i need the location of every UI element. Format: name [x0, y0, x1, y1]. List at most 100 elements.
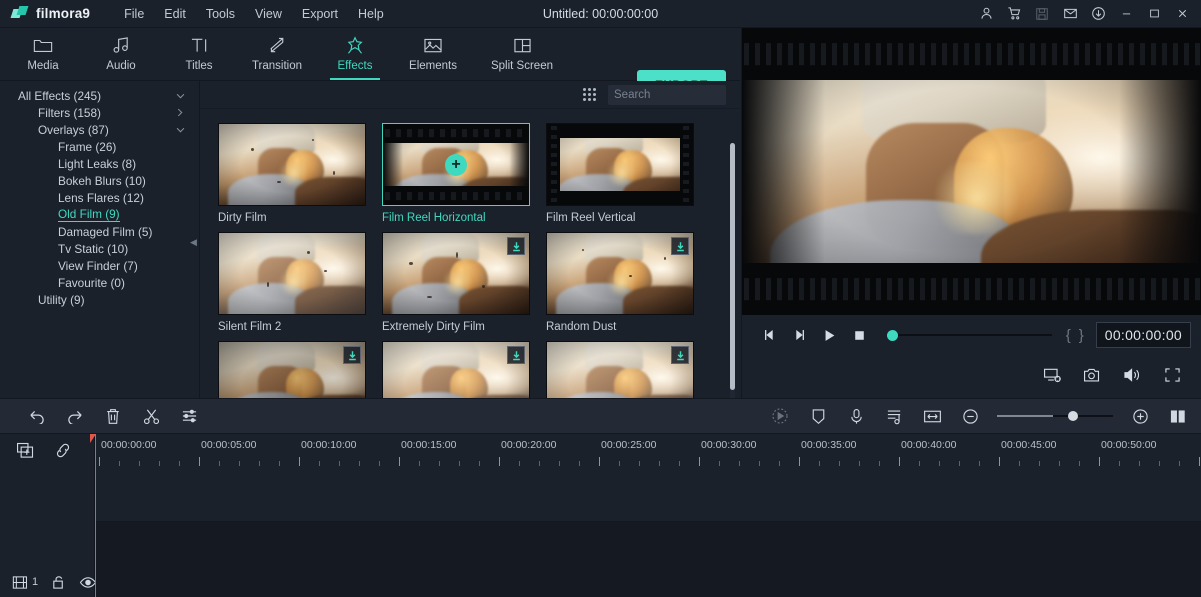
sidebar-item-utility[interactable]: Utility (9) [0, 291, 199, 308]
close-button[interactable] [1169, 1, 1195, 27]
sidebar-item-view-finder[interactable]: View Finder (7) [0, 257, 199, 274]
sidebar-item-lens-flares[interactable]: Lens Flares (12) [0, 189, 199, 206]
effect-thumbnail[interactable] [218, 123, 366, 206]
menu-item-edit[interactable]: Edit [154, 3, 196, 25]
menu-item-export[interactable]: Export [292, 3, 348, 25]
voiceover-button[interactable] [845, 405, 867, 427]
adjust-button[interactable] [178, 405, 200, 427]
display-settings-icon[interactable] [1039, 362, 1065, 388]
effect-item[interactable]: Film Reel Vertical [546, 123, 694, 224]
sidebar-item-filters[interactable]: Filters (158) [0, 104, 199, 121]
menu-item-help[interactable]: Help [348, 3, 394, 25]
effect-thumbnail[interactable] [382, 232, 530, 315]
download-effect-icon[interactable] [343, 346, 361, 364]
fit-timeline-button[interactable] [921, 405, 943, 427]
undo-button[interactable] [26, 405, 48, 427]
sidebar-item-favourite[interactable]: Favourite (0) [0, 274, 199, 291]
menu-item-tools[interactable]: Tools [196, 3, 245, 25]
effect-thumbnail[interactable]: + [382, 123, 530, 206]
sidebar-collapse-handle[interactable]: ◀ [189, 231, 198, 253]
tab-transition[interactable]: Transition [238, 28, 316, 80]
play-button[interactable] [816, 322, 842, 348]
grid-view-icon[interactable] [583, 88, 596, 101]
add-track-icon[interactable] [14, 439, 36, 461]
download-effect-icon[interactable] [671, 346, 689, 364]
sidebar-item-light-leaks[interactable]: Light Leaks (8) [0, 155, 199, 172]
zoom-handle[interactable] [1067, 411, 1078, 421]
split-button[interactable] [140, 405, 162, 427]
sidebar-item-damaged-film[interactable]: Damaged Film (5) [0, 223, 199, 240]
sidebar-item-bokeh-blurs[interactable]: Bokeh Blurs (10) [0, 172, 199, 189]
mail-icon[interactable] [1057, 1, 1083, 27]
zoom-in-button[interactable] [1129, 405, 1151, 427]
download-effect-icon[interactable] [507, 237, 525, 255]
maximize-button[interactable] [1141, 1, 1167, 27]
save-icon[interactable] [1029, 1, 1055, 27]
delete-button[interactable] [102, 405, 124, 427]
fullscreen-icon[interactable] [1159, 362, 1185, 388]
timeline-zoom-slider[interactable] [997, 409, 1113, 423]
cart-icon[interactable] [1001, 1, 1027, 27]
minimize-button[interactable] [1113, 1, 1139, 27]
effect-thumbnail[interactable] [546, 123, 694, 206]
effect-thumbnail[interactable] [382, 341, 530, 398]
empty-track-area[interactable] [95, 523, 1201, 597]
sidebar-item-old-film[interactable]: Old Film (9) [0, 206, 199, 223]
effect-item[interactable]: Silent Film 2 [218, 232, 366, 333]
track-area[interactable] [95, 466, 1201, 597]
effects-grid-scroll[interactable]: Dirty Film + Film Reel Horizontal Film R… [200, 109, 740, 398]
download-icon[interactable] [1085, 1, 1111, 27]
redo-button[interactable] [64, 405, 86, 427]
effect-item[interactable]: + Film Reel Horizontal [382, 123, 530, 224]
volume-icon[interactable] [1119, 362, 1145, 388]
chevron-down-icon[interactable] [175, 125, 185, 135]
tab-split-screen[interactable]: Split Screen [472, 28, 572, 80]
account-icon[interactable] [973, 1, 999, 27]
preview-timecode[interactable]: 00:00:00:00 [1095, 322, 1191, 348]
tab-titles[interactable]: Titles [160, 28, 238, 80]
effect-thumbnail[interactable] [546, 232, 694, 315]
chevron-right-icon[interactable] [175, 108, 185, 118]
stop-button[interactable] [846, 322, 872, 348]
menu-item-file[interactable]: File [114, 3, 154, 25]
effect-item[interactable] [218, 341, 366, 398]
video-canvas[interactable] [742, 28, 1201, 315]
snapshot-icon[interactable] [1079, 362, 1105, 388]
effect-item[interactable] [382, 341, 530, 398]
color-marker-button[interactable] [807, 405, 829, 427]
effect-item[interactable]: Random Dust [546, 232, 694, 333]
effect-item[interactable]: Extremely Dirty Film [382, 232, 530, 333]
effect-thumbnail[interactable] [218, 341, 366, 398]
layout-toggle-button[interactable] [1167, 405, 1189, 427]
mark-out-button[interactable]: } [1077, 327, 1086, 344]
tab-elements[interactable]: Elements [394, 28, 472, 80]
tab-audio[interactable]: Audio [82, 28, 160, 80]
effects-scrollbar-thumb[interactable] [730, 143, 735, 390]
audio-mixer-button[interactable] [883, 405, 905, 427]
seek-handle[interactable] [887, 329, 898, 341]
sidebar-item-tv-static[interactable]: Tv Static (10) [0, 240, 199, 257]
effect-thumbnail[interactable] [218, 232, 366, 315]
playhead[interactable] [90, 434, 96, 597]
previous-frame-button[interactable] [756, 322, 782, 348]
video-track[interactable] [95, 466, 1201, 522]
tab-effects[interactable]: Effects [316, 28, 394, 80]
link-icon[interactable] [52, 439, 74, 461]
search-box[interactable] [608, 84, 785, 105]
unlock-icon[interactable] [51, 571, 66, 593]
seek-slider[interactable] [884, 325, 1052, 345]
next-frame-button[interactable] [786, 322, 812, 348]
sidebar-item-overlays[interactable]: Overlays (87) [0, 121, 199, 138]
sidebar-item-all-effects[interactable]: All Effects (245) [0, 87, 199, 104]
speed-button[interactable] [769, 405, 791, 427]
tab-media[interactable]: Media [4, 28, 82, 80]
zoom-out-button[interactable] [959, 405, 981, 427]
download-effect-icon[interactable] [507, 346, 525, 364]
chevron-down-icon[interactable] [175, 91, 185, 101]
effect-item[interactable]: Dirty Film [218, 123, 366, 224]
mark-in-button[interactable]: { [1064, 327, 1073, 344]
menu-item-view[interactable]: View [245, 3, 292, 25]
timeline-ruler[interactable]: 00:00:00:00 00:00:05:00 00:00:10:00 00:0… [95, 434, 1201, 466]
add-effect-button[interactable]: + [445, 153, 467, 176]
effect-thumbnail[interactable] [546, 341, 694, 398]
